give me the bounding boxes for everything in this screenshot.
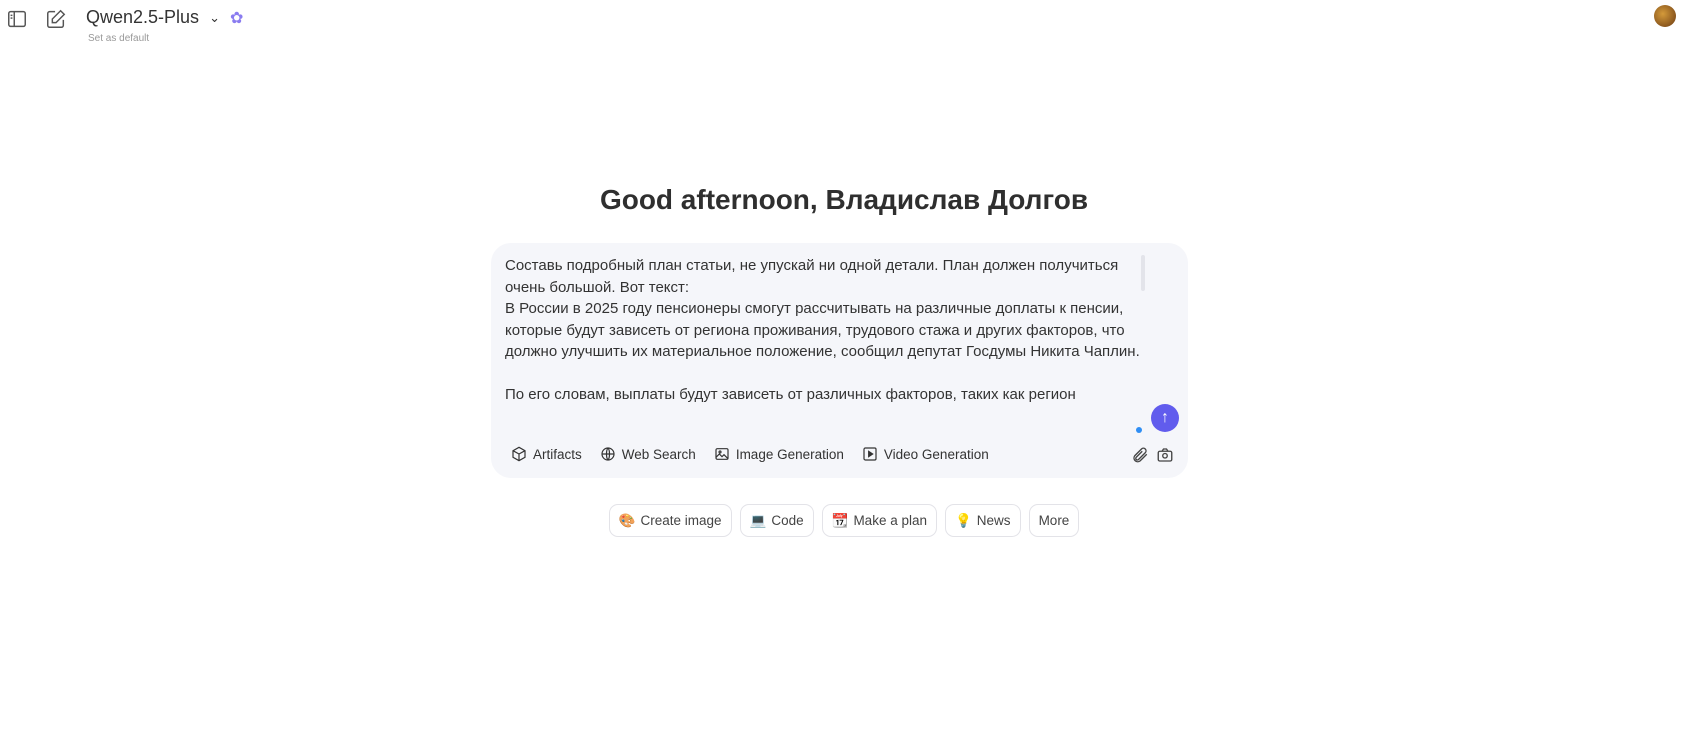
play-icon xyxy=(863,447,877,461)
image-icon xyxy=(715,448,729,460)
chip-code[interactable]: 💻 Code xyxy=(739,504,814,537)
chip-news[interactable]: 💡 News xyxy=(944,504,1021,537)
chip-label: News xyxy=(976,513,1011,528)
chip-label: Make a plan xyxy=(853,513,927,528)
tool-label: Image Generation xyxy=(735,446,844,462)
chip-create-image[interactable]: 🎨 Create image xyxy=(608,504,732,537)
mascot-icon: ✿ xyxy=(229,9,244,27)
scrollbar[interactable] xyxy=(1141,255,1145,291)
globe-icon xyxy=(601,447,615,461)
status-dot xyxy=(1136,427,1142,433)
artifacts-button[interactable]: Artifacts xyxy=(511,446,582,462)
tool-label: Artifacts xyxy=(533,446,582,462)
tool-label: Video Generation xyxy=(883,446,989,462)
model-name: Qwen2.5-Plus xyxy=(86,7,200,27)
sidebar-toggle-icon[interactable] xyxy=(6,8,28,30)
laptop-icon: 💻 xyxy=(749,512,767,528)
prompt-box: Составь подробный план статьи, не упуска… xyxy=(491,243,1188,478)
chevron-down-icon: ⌄ xyxy=(209,9,220,25)
model-selector[interactable]: Qwen2.5-Plus ⌄ ✿ xyxy=(86,7,243,28)
send-button[interactable]: ↑ xyxy=(1151,404,1179,432)
calendar-icon: 📆 xyxy=(831,512,849,528)
new-chat-icon[interactable] xyxy=(45,8,67,30)
palette-icon: 🎨 xyxy=(618,512,636,528)
web-search-button[interactable]: Web Search xyxy=(600,446,696,462)
arrow-up-icon: ↑ xyxy=(1161,409,1169,426)
tool-label: Web Search xyxy=(621,446,696,462)
greeting-title: Good afternoon, Владислав Долгов xyxy=(599,184,1089,215)
avatar[interactable] xyxy=(1654,5,1676,27)
chip-more[interactable]: More xyxy=(1028,504,1080,537)
lightbulb-icon: 💡 xyxy=(954,512,972,528)
paperclip-icon[interactable] xyxy=(1131,446,1149,464)
image-generation-button[interactable]: Image Generation xyxy=(714,446,844,462)
chip-label: Create image xyxy=(640,513,722,528)
chip-make-a-plan[interactable]: 📆 Make a plan xyxy=(821,504,937,537)
camera-icon[interactable] xyxy=(1156,446,1174,464)
chip-label: More xyxy=(1038,513,1070,528)
prompt-input[interactable]: Составь подробный план статьи, не упуска… xyxy=(505,255,1145,415)
video-generation-button[interactable]: Video Generation xyxy=(862,446,989,462)
cube-icon xyxy=(512,446,526,462)
chip-label: Code xyxy=(771,513,804,528)
set-as-default-link[interactable]: Set as default xyxy=(88,33,149,44)
